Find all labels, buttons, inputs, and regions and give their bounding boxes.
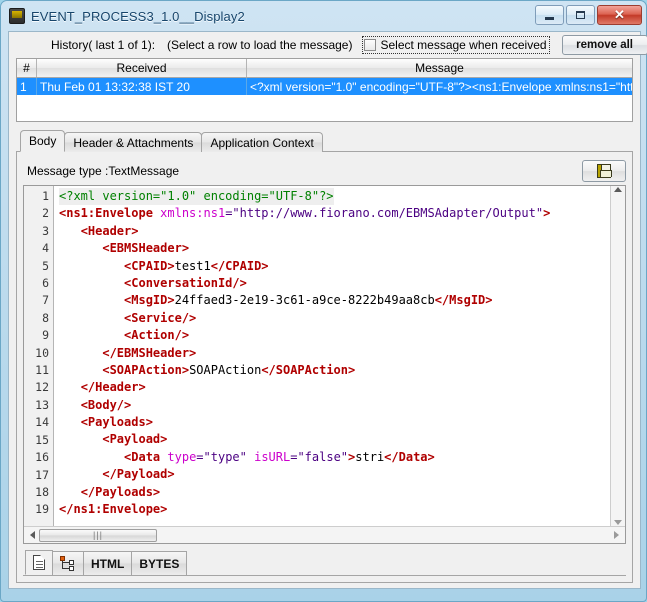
scroll-down-arrow-icon[interactable]: [614, 520, 622, 525]
title-bar: EVENT_PROCESS3_1.0__Display2 ✕: [1, 1, 646, 31]
table-row[interactable]: 1 Thu Feb 01 13:32:38 IST 20 <?xml versi…: [17, 78, 632, 95]
vertical-scrollbar[interactable]: [610, 186, 625, 526]
view-tab-html[interactable]: HTML: [83, 551, 133, 575]
code-line: </EBMSHeader>: [102, 345, 197, 360]
minimize-icon: [545, 16, 554, 20]
line-number: 1: [42, 189, 49, 203]
code-line: <ConversationId/>: [124, 275, 247, 290]
line-number: 14: [35, 415, 49, 430]
app-monitor-icon: [9, 8, 25, 24]
message-type-label: Message type :TextMessage: [27, 164, 180, 178]
scroll-right-arrow-icon[interactable]: [614, 531, 619, 539]
cell-received: Thu Feb 01 13:32:38 IST 20: [37, 78, 247, 95]
body-panel: Message type :TextMessage 1 2 3 4 5 6 7 8 9 10 11 1…: [16, 151, 633, 583]
view-format-tabs: HTML BYTES: [23, 548, 626, 576]
column-header-message[interactable]: Message: [247, 59, 632, 77]
xml-code-content[interactable]: <?xml version="1.0" encoding="UTF-8"?> <n…: [54, 186, 610, 526]
line-number: 5: [42, 258, 49, 273]
select-message-checkbox[interactable]: [364, 39, 377, 51]
line-number: 13: [35, 397, 49, 412]
code-line: <Body/>: [80, 397, 132, 412]
code-line: <Payloads>: [80, 415, 153, 430]
close-button[interactable]: ✕: [597, 5, 642, 25]
line-number: 9: [42, 328, 49, 343]
line-number: 2: [42, 206, 49, 221]
code-line: <ns1:Envelope xmlns:ns1="http://www.fior…: [59, 206, 551, 221]
minimize-button[interactable]: [535, 5, 564, 25]
horizontal-scroll-thumb[interactable]: |||: [39, 528, 157, 542]
column-header-received[interactable]: Received: [37, 59, 247, 77]
panel-header: Message type :TextMessage: [23, 157, 626, 185]
history-toolbar: History( last 1 of 1): (Select a row to …: [9, 32, 647, 58]
maximize-icon: [576, 11, 585, 19]
remove-all-button[interactable]: remove all: [561, 35, 647, 55]
select-message-checkbox-group[interactable]: Select message when received: [362, 36, 550, 54]
xml-tree-icon: [60, 556, 76, 571]
line-number: 6: [42, 276, 49, 291]
code-line: <MsgID>24ffaed3-2e19-3c61-a9ce-8222b49aa…: [124, 293, 493, 308]
vertical-scroll-track[interactable]: [611, 192, 625, 520]
code-line: </ns1:Envelope>: [59, 502, 168, 517]
line-number: 17: [35, 467, 49, 482]
code-line: <?xml version="1.0" encoding="UTF-8"?>: [59, 188, 610, 206]
history-label: History( last 1 of 1):: [51, 38, 156, 52]
window-title: EVENT_PROCESS3_1.0__Display2: [31, 8, 245, 24]
cell-message: <?xml version="1.0" encoding="UTF-8"?><n…: [250, 79, 632, 94]
view-tab-bytes[interactable]: BYTES: [131, 551, 188, 575]
select-message-checkbox-label: Select message when received: [380, 38, 547, 52]
line-number: 8: [42, 310, 49, 325]
code-line: <CPAID>test1</CPAID>: [124, 258, 269, 273]
app-window: EVENT_PROCESS3_1.0__Display2 ✕ History( …: [0, 0, 647, 602]
maximize-button[interactable]: [566, 5, 595, 25]
xml-editor[interactable]: 1 2 3 4 5 6 7 8 9 10 11 12 13 14 15 16 17 18 19 <?xml vers…: [23, 185, 626, 544]
column-header-number[interactable]: #: [17, 59, 37, 77]
message-detail-tabs: Body Header & Attachments Application Co…: [16, 130, 633, 584]
code-line: <EBMSHeader>: [102, 241, 190, 256]
code-line: <Header>: [80, 223, 139, 238]
line-number: 18: [35, 484, 49, 499]
window-controls: ✕: [535, 5, 642, 25]
scroll-left-arrow-icon[interactable]: [30, 531, 35, 539]
code-line: </Header>: [80, 380, 146, 395]
line-number: 11: [35, 363, 49, 378]
line-number: 12: [35, 380, 49, 395]
code-line: <Service/>: [124, 310, 197, 325]
text-document-icon: [33, 555, 45, 570]
floppy-save-icon: [597, 164, 612, 178]
tab-header-attachments[interactable]: Header & Attachments: [64, 132, 203, 152]
tab-application-context[interactable]: Application Context: [201, 132, 323, 152]
line-number: 19: [35, 502, 49, 517]
line-number: 7: [42, 293, 49, 308]
save-button[interactable]: [582, 160, 626, 182]
table-header-row: # Received Message: [17, 59, 632, 78]
line-number: 4: [42, 241, 49, 256]
code-line: <Data type="type" isURL="false">stri</Da…: [124, 449, 435, 464]
code-line: <SOAPAction>SOAPAction</SOAPAction>: [102, 362, 356, 377]
code-line: <Payload>: [102, 432, 168, 447]
tab-strip: Body Header & Attachments Application Co…: [16, 130, 633, 152]
view-tab-tree[interactable]: [52, 551, 84, 575]
line-number-gutter: 1 2 3 4 5 6 7 8 9 10 11 12 13 14 15 16 17 18 19: [24, 186, 54, 526]
line-number: 16: [35, 450, 49, 465]
close-icon: ✕: [614, 7, 625, 22]
client-area: History( last 1 of 1): (Select a row to …: [8, 31, 647, 589]
history-hint: (Select a row to load the message): [167, 38, 353, 52]
horizontal-scrollbar[interactable]: |||: [24, 526, 625, 543]
code-line: </Payloads>: [80, 484, 161, 499]
line-number: 15: [35, 432, 49, 447]
view-tab-text[interactable]: [25, 550, 53, 575]
line-number: 3: [42, 223, 49, 238]
cell-number: 1: [17, 78, 37, 95]
code-line: </Payload>: [102, 467, 175, 482]
scroll-thumb-grip-icon: |||: [92, 529, 103, 540]
editor-body: 1 2 3 4 5 6 7 8 9 10 11 12 13 14 15 16 17 18 19 <?xml vers…: [24, 186, 625, 526]
code-scroll-area[interactable]: 1 2 3 4 5 6 7 8 9 10 11 12 13 14 15 16 17 18 19 <?xml vers…: [24, 186, 610, 526]
line-number: 10: [35, 345, 49, 360]
code-line: <Action/>: [124, 328, 190, 343]
history-table[interactable]: # Received Message 1 Thu Feb 01 13:32:38…: [16, 58, 633, 122]
tab-body[interactable]: Body: [20, 130, 66, 152]
